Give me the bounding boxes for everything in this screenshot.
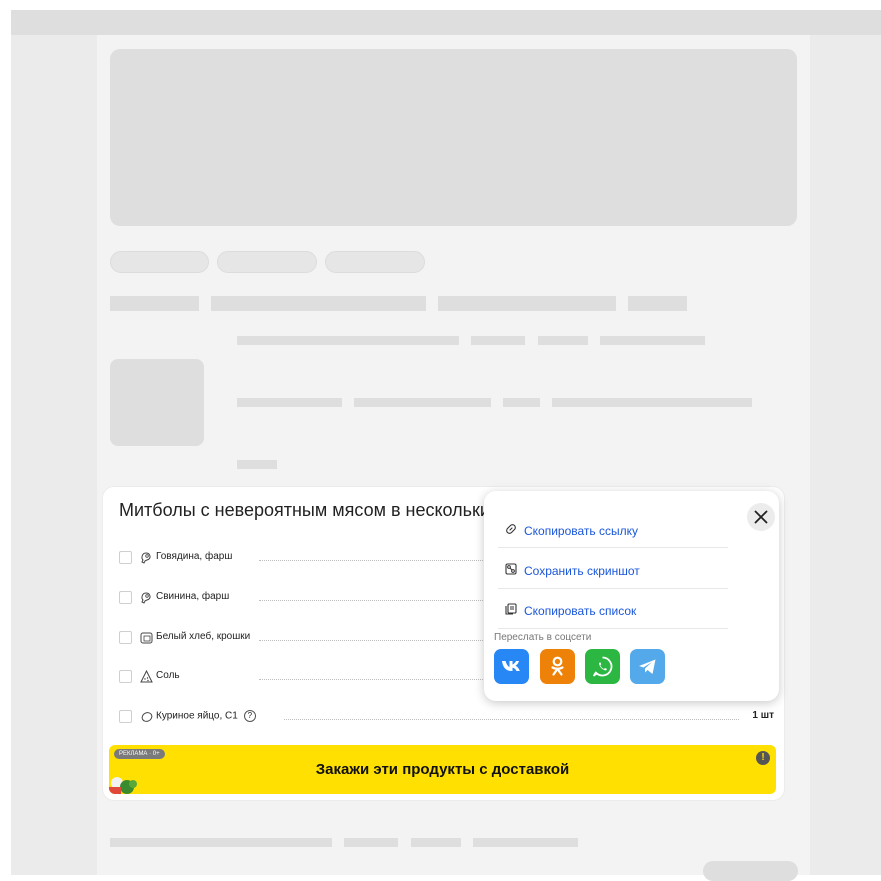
text-placeholder <box>438 296 616 311</box>
telegram-share-button[interactable] <box>630 649 665 684</box>
text-placeholder <box>237 460 277 469</box>
text-placeholder <box>237 336 459 345</box>
tag-placeholder <box>110 251 209 273</box>
tag-placeholder <box>217 251 317 273</box>
save-screenshot-label: Сохранить скриншот <box>524 564 640 578</box>
ingredient-name: Говядина, фарш <box>156 551 237 562</box>
ingredient-row[interactable]: Куриное яйцо, С1? 1 шт <box>119 709 774 725</box>
copy-link-button[interactable]: Скопировать ссылку <box>500 510 728 548</box>
leader-dots <box>284 719 739 720</box>
meat-icon <box>141 592 151 604</box>
share-popup: Скопировать ссылку Сохранить скриншот Ск… <box>484 491 779 701</box>
divider <box>498 547 728 548</box>
ok-icon <box>551 656 564 676</box>
ingredient-name: Белый хлеб, крошки <box>156 631 255 642</box>
ad-text[interactable]: Закажи эти продукты с доставкой <box>109 761 776 778</box>
button-placeholder <box>703 861 798 881</box>
text-placeholder <box>600 336 705 345</box>
hero-image-placeholder <box>110 49 797 226</box>
ad-badge: РЕКЛАМА · 0+ <box>114 749 165 759</box>
bread-icon <box>140 632 153 644</box>
meat-icon <box>141 552 151 564</box>
copy-icon <box>505 603 517 615</box>
text-placeholder <box>628 296 687 311</box>
text-placeholder <box>552 398 752 407</box>
egg-icon <box>141 712 153 722</box>
text-placeholder <box>211 296 426 311</box>
ingredient-checkbox[interactable] <box>119 670 132 683</box>
ingredient-checkbox[interactable] <box>119 631 132 644</box>
avatar-placeholder <box>110 359 204 446</box>
link-icon <box>506 524 516 534</box>
ingredient-quantity: 1 шт <box>752 710 774 721</box>
vk-share-button[interactable] <box>494 649 529 684</box>
recipe-title: Митболы с невероятным мясом в нескольких <box>119 500 499 520</box>
top-bar-placeholder <box>11 10 881 35</box>
text-placeholder <box>411 838 461 847</box>
close-icon <box>754 510 768 524</box>
screenshot-icon <box>505 563 517 575</box>
groceries-image <box>109 777 137 794</box>
text-placeholder <box>473 838 578 847</box>
ingredient-checkbox[interactable] <box>119 551 132 564</box>
ok-share-button[interactable] <box>540 649 575 684</box>
whatsapp-icon <box>593 656 613 677</box>
text-placeholder <box>110 296 199 311</box>
divider <box>498 628 728 629</box>
close-button[interactable] <box>747 503 775 531</box>
text-placeholder <box>503 398 540 407</box>
salt-icon <box>140 669 153 683</box>
copy-list-label: Скопировать список <box>524 604 637 618</box>
ad-info-icon[interactable]: ! <box>756 751 770 765</box>
text-placeholder <box>471 336 525 345</box>
help-icon[interactable]: ? <box>243 710 256 722</box>
text-placeholder <box>110 838 332 847</box>
telegram-icon <box>639 659 656 674</box>
text-placeholder <box>344 838 398 847</box>
tag-placeholder <box>325 251 425 273</box>
ingredient-name: Соль <box>156 670 184 681</box>
ingredient-checkbox[interactable] <box>119 710 132 723</box>
ingredient-name: Свинина, фарш <box>156 591 234 602</box>
ingredient-name: Куриное яйцо, С1? <box>156 710 260 722</box>
copy-link-label: Скопировать ссылку <box>524 524 639 538</box>
vk-icon <box>502 661 520 671</box>
ingredient-checkbox[interactable] <box>119 591 132 604</box>
copy-list-button[interactable]: Скопировать список <box>500 590 728 628</box>
ad-banner[interactable]: РЕКЛАМА · 0+ Закажи эти продукты с доста… <box>109 745 776 794</box>
save-screenshot-button[interactable]: Сохранить скриншот <box>500 550 728 588</box>
text-placeholder <box>354 398 491 407</box>
text-placeholder <box>237 398 342 407</box>
text-placeholder <box>538 336 588 345</box>
divider <box>498 588 728 589</box>
whatsapp-share-button[interactable] <box>585 649 620 684</box>
share-social-label: Переслать в соцсети <box>494 632 592 643</box>
